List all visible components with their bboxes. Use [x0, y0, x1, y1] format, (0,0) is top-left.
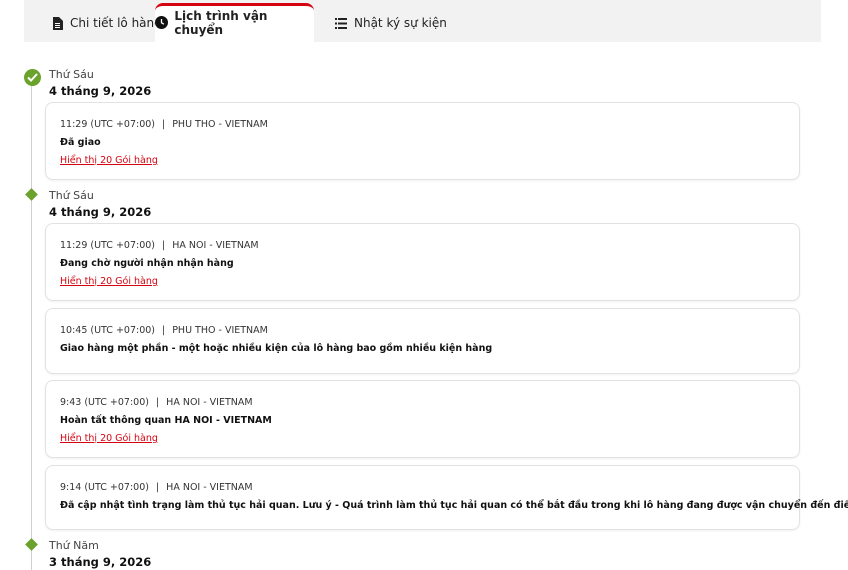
event-meta: 9:14 (UTC +07:00) | HA NOI - VIETNAM — [60, 482, 253, 493]
day-date: 4 tháng 9, 2026 — [49, 84, 152, 98]
tab-label: Nhật ký sự kiện — [354, 16, 447, 30]
event-status: Đã giao — [60, 137, 101, 148]
tab-transit-schedule[interactable]: Lịch trình vận chuyển — [155, 3, 314, 42]
meta-separator: | — [162, 325, 166, 336]
tab-event-log[interactable]: Nhật ký sự kiện — [334, 2, 447, 44]
event-time: 9:14 (UTC +07:00) — [60, 482, 149, 493]
event-location: HA NOI - VIETNAM — [166, 482, 253, 493]
shipment-tabs: Chi tiết lô hàng Lịch trình vận chuyển N… — [24, 0, 821, 42]
event-location: HA NOI - VIETNAM — [172, 240, 259, 251]
show-packages-link[interactable]: Hiển thị 20 Gói hàng — [60, 433, 158, 444]
event-location: PHU THO - VIETNAM — [172, 119, 268, 130]
event-location: HA NOI - VIETNAM — [166, 397, 253, 408]
check-circle-icon — [24, 69, 41, 86]
event-card: 9:43 (UTC +07:00) | HA NOI - VIETNAM Hoàn … — [45, 380, 800, 458]
event-meta: 10:45 (UTC +07:00) | PHU THO - VIETNAM — [60, 325, 268, 336]
event-time: 11:29 (UTC +07:00) — [60, 119, 155, 130]
event-meta: 11:29 (UTC +07:00) | HA NOI - VIETNAM — [60, 240, 259, 251]
tab-label: Chi tiết lô hàng — [70, 16, 162, 30]
clock-icon — [155, 16, 169, 30]
day-date: 3 tháng 9, 2026 — [49, 555, 152, 569]
event-meta: 9:43 (UTC +07:00) | HA NOI - VIETNAM — [60, 397, 253, 408]
day-of-week: Thứ Sáu — [49, 189, 94, 202]
event-status: Giao hàng một phần - một hoặc nhiều kiện… — [60, 343, 493, 354]
day-of-week: Thứ Sáu — [49, 68, 94, 81]
tab-label: Lịch trình vận chuyển — [174, 8, 268, 37]
diamond-icon — [25, 538, 38, 551]
day-header: Thứ Năm 3 tháng 9, 2026 — [49, 539, 151, 569]
event-status: Hoàn tất thông quan HA NOI - VIETNAM — [60, 415, 272, 426]
list-icon — [334, 16, 348, 30]
meta-separator: | — [155, 397, 160, 408]
event-time: 10:45 (UTC +07:00) — [60, 325, 155, 336]
event-status: Đang chờ người nhận nhận hàng — [60, 258, 234, 269]
document-icon — [50, 16, 64, 30]
timeline-line — [31, 80, 32, 570]
meta-separator: | — [155, 482, 160, 493]
event-time: 9:43 (UTC +07:00) — [60, 397, 149, 408]
event-location: PHU THO - VIETNAM — [172, 325, 268, 336]
show-packages-link[interactable]: Hiển thị 20 Gói hàng — [60, 155, 158, 166]
day-of-week: Thứ Năm — [49, 539, 99, 552]
event-card: 10:45 (UTC +07:00) | PHU THO - VIETNAM Gia… — [45, 308, 800, 374]
event-meta: 11:29 (UTC +07:00) | PHU THO - VIETNAM — [60, 119, 268, 130]
day-header: Thứ Sáu 4 tháng 9, 2026 — [49, 189, 151, 219]
meta-separator: | — [162, 240, 166, 251]
event-card: 11:29 (UTC +07:00) | HA NOI - VIETNAM Đang… — [45, 223, 800, 301]
day-date: 4 tháng 9, 2026 — [49, 205, 152, 219]
event-time: 11:29 (UTC +07:00) — [60, 240, 155, 251]
tab-shipment-details[interactable]: Chi tiết lô hàng — [50, 2, 162, 44]
diamond-icon — [25, 188, 38, 201]
meta-separator: | — [162, 119, 166, 130]
event-status: Đã cập nhật tình trạng làm thủ tục hải q… — [60, 500, 848, 511]
event-card: 9:14 (UTC +07:00) | HA NOI - VIETNAM Đã cậ… — [45, 465, 848, 530]
event-card: 11:29 (UTC +07:00) | PHU THO - VIETNAM Đã … — [45, 102, 800, 180]
day-header: Thứ Sáu 4 tháng 9, 2026 — [49, 68, 151, 98]
show-packages-link[interactable]: Hiển thị 20 Gói hàng — [60, 276, 158, 287]
